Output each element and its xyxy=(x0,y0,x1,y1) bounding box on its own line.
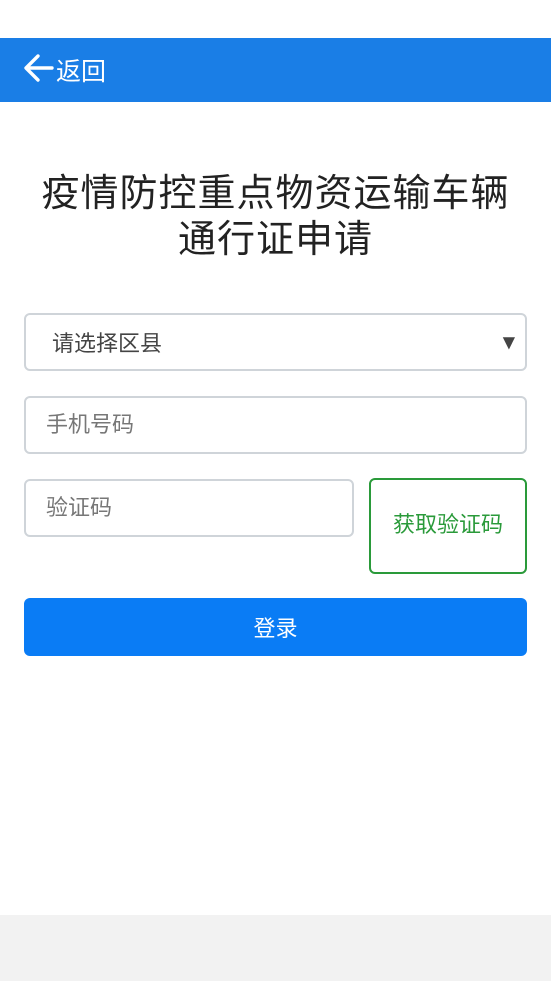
back-label: 返回 xyxy=(56,57,107,86)
status-area xyxy=(0,0,551,38)
login-button[interactable]: 登录 xyxy=(24,598,527,656)
district-select[interactable]: 请选择区县 ▼ xyxy=(24,313,527,371)
get-code-button[interactable]: 获取验证码 xyxy=(369,478,527,574)
verification-code-input[interactable] xyxy=(26,481,352,535)
top-bar: 返回 xyxy=(0,38,551,102)
page-title: 疫情防控重点物资运输车辆 通行证申请 xyxy=(0,170,551,262)
login-button-label: 登录 xyxy=(253,617,298,642)
arrow-left-icon xyxy=(22,51,56,89)
district-select-value: 请选择区县 xyxy=(52,332,163,357)
phone-field[interactable] xyxy=(24,396,527,454)
page-title-line1: 疫情防控重点物资运输车辆 xyxy=(41,171,510,215)
get-code-button-label: 获取验证码 xyxy=(392,513,503,538)
page: 返回 疫情防控重点物资运输车辆 通行证申请 请选择区县 ▼ 获取验证码 登录 xyxy=(0,0,551,981)
page-title-line2: 通行证申请 xyxy=(177,217,373,261)
triangle-down-icon: ▼ xyxy=(502,332,515,352)
footer-bar xyxy=(0,915,551,981)
phone-input[interactable] xyxy=(26,398,525,452)
back-button[interactable]: 返回 xyxy=(22,51,106,89)
verification-code-field[interactable] xyxy=(24,479,354,537)
